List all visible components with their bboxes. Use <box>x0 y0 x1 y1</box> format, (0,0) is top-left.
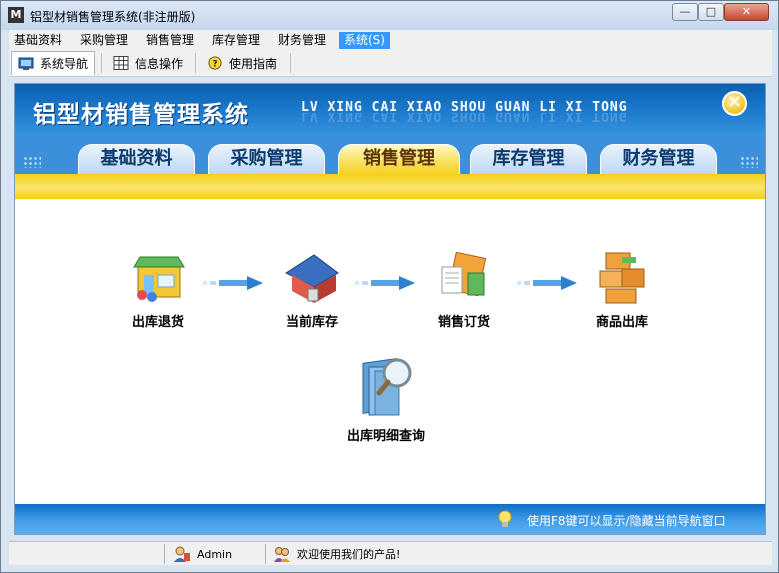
tab-inventory[interactable]: 库存管理 <box>470 144 587 174</box>
flow-item-return[interactable]: 出库退货 <box>103 247 213 330</box>
menu-sales[interactable]: 销售管理 <box>141 32 199 49</box>
toolbar-system-nav-button[interactable]: 系统导航 <box>11 51 96 75</box>
monitor-icon <box>18 57 34 70</box>
flow-item-label: 销售订货 <box>437 315 490 330</box>
flow-item-stock[interactable]: 当前库存 <box>257 247 367 330</box>
menu-system[interactable]: 系统(S) <box>339 32 390 49</box>
user-icon <box>174 546 190 562</box>
close-button[interactable]: ✕ <box>724 3 769 21</box>
lightbulb-icon <box>498 510 512 527</box>
status-user-name: Admin <box>197 547 233 561</box>
status-message-text: 欢迎使用我们的产品! <box>297 548 401 561</box>
toolbar-info-button[interactable]: 信息操作 <box>107 51 189 75</box>
toolbar: 系统导航 信息操作 ? 使用指南 <box>9 50 772 77</box>
tab-strip: 基础资料 采购管理 销售管理 库存管理 财务管理 <box>15 136 765 174</box>
flow-item-label: 出库退货 <box>131 315 184 330</box>
toolbar-label: 系统导航 <box>40 57 89 71</box>
users-icon <box>274 547 290 562</box>
panel-footer: 使用F8键可以显示/隐藏当前导航窗口 <box>15 504 765 534</box>
footer-hint: 使用F8键可以显示/隐藏当前导航窗口 <box>527 514 726 528</box>
flow-item-label: 出库明细查询 <box>346 429 425 444</box>
minimize-button[interactable]: — <box>672 3 698 21</box>
flow-item-label: 当前库存 <box>285 315 338 330</box>
help-icon: ? <box>208 56 222 70</box>
maximize-button[interactable]: □ <box>698 3 724 21</box>
tab-finance[interactable]: 财务管理 <box>600 144 717 174</box>
menu-bar: 基础资料 采购管理 销售管理 库存管理 财务管理 系统(S) <box>9 30 772 50</box>
app-logo-icon: M <box>8 7 24 23</box>
yellow-bar <box>15 174 765 199</box>
menu-basic-data[interactable]: 基础资料 <box>9 32 67 49</box>
tab-basic-data[interactable]: 基础资料 <box>78 144 195 174</box>
dots-decoration <box>740 156 758 168</box>
flow-item-label: 商品出库 <box>595 315 648 330</box>
flow-item-outbound[interactable]: 商品出库 <box>567 247 677 330</box>
flow-area: 出库退货 当前库存 销售订货 商品出库 出库明细查询 <box>15 199 765 504</box>
status-divider <box>265 544 266 564</box>
banner-subtitle-reflection: LV XING CAI XIAO SHOU GUAN LI XI TONG <box>301 113 628 123</box>
boxes-icon <box>599 252 645 304</box>
close-panel-icon[interactable]: ✕ <box>722 91 747 116</box>
toolbar-guide-button[interactable]: ? 使用指南 <box>201 51 283 75</box>
order-folder-icon <box>441 251 487 297</box>
toolbar-separator <box>195 53 196 73</box>
store-icon <box>133 256 185 302</box>
title-bar[interactable]: M 铝型材销售管理系统(非注册版) — □ ✕ <box>1 1 778 30</box>
menu-purchase[interactable]: 采购管理 <box>75 32 133 49</box>
dots-decoration <box>23 156 41 168</box>
toolbar-separator <box>101 53 102 73</box>
menu-inventory[interactable]: 库存管理 <box>207 32 265 49</box>
svg-text:?: ? <box>212 60 217 70</box>
status-bar: Admin 欢迎使用我们的产品! <box>9 541 772 565</box>
search-folder-icon <box>362 357 412 416</box>
status-divider <box>164 544 165 564</box>
arrow-right-icon <box>355 276 415 290</box>
tab-sales[interactable]: 销售管理 <box>338 144 460 174</box>
tab-purchase[interactable]: 采购管理 <box>208 144 325 174</box>
status-message: 欢迎使用我们的产品! <box>273 545 400 563</box>
menu-finance[interactable]: 财务管理 <box>273 32 331 49</box>
arrow-right-icon <box>203 276 263 290</box>
warehouse-icon <box>284 254 339 303</box>
toolbar-label: 使用指南 <box>229 56 278 71</box>
flow-item-query[interactable]: 出库明细查询 <box>326 351 446 444</box>
toolbar-separator <box>290 53 291 73</box>
window-title: 铝型材销售管理系统(非注册版) <box>30 10 196 24</box>
status-user: Admin <box>173 545 232 563</box>
main-window: M 铝型材销售管理系统(非注册版) — □ ✕ 基础资料 采购管理 销售管理 库… <box>0 0 779 573</box>
flow-item-order[interactable]: 销售订货 <box>409 247 519 330</box>
toolbar-label: 信息操作 <box>135 56 184 71</box>
grid-icon <box>113 56 129 70</box>
banner: 铝型材销售管理系统 LV XING CAI XIAO SHOU GUAN LI … <box>15 84 765 136</box>
navigation-panel: 铝型材销售管理系统 LV XING CAI XIAO SHOU GUAN LI … <box>14 83 766 535</box>
banner-title: 铝型材销售管理系统 <box>33 102 249 128</box>
